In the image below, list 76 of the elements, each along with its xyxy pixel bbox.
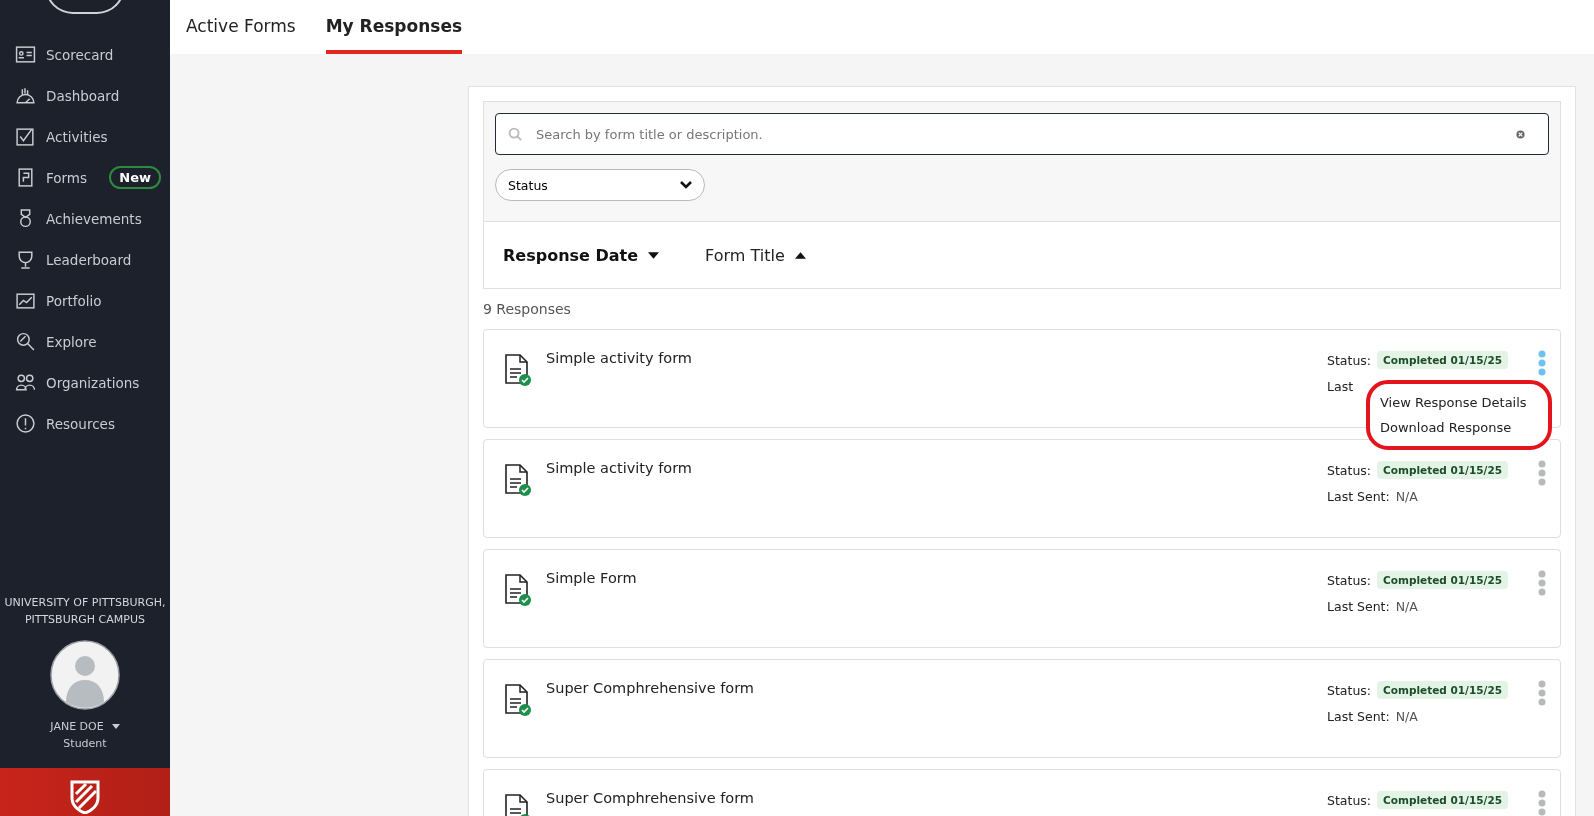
sidebar-item[interactable]: Resources	[0, 403, 170, 444]
people-icon	[15, 372, 36, 393]
institution-name: PITTSBURGH CAMPUS	[24, 612, 146, 628]
status-tag: Completed 01/15/25	[1377, 351, 1508, 369]
status-label: Status:	[1327, 462, 1372, 478]
search-field[interactable]: Search by form title or description.	[495, 113, 1549, 155]
response-card[interactable]: Super Comphrehensive form Status: Completed 01/15/25 Last Sent: N/A	[483, 659, 1561, 758]
more-options-icon[interactable]	[1538, 570, 1546, 596]
caret-icon[interactable]	[111, 724, 120, 729]
sidebar-item[interactable]: Leaderboard	[0, 239, 170, 280]
tab[interactable]: My Responses	[325, 0, 463, 54]
form-title[interactable]: Simple activity form	[546, 350, 1328, 366]
sidebar-item[interactable]: Activities	[0, 116, 170, 157]
sidebar-item[interactable]: Scorecard	[0, 34, 170, 75]
status-label: Status:	[1327, 572, 1372, 588]
response-count: 9 Responses	[483, 301, 572, 317]
last-sent-label: Last Sent:	[1327, 598, 1390, 614]
more-options-icon[interactable]	[1538, 460, 1546, 486]
last-sent-label: Last	[1327, 378, 1354, 394]
search-icon	[508, 127, 523, 142]
status-label: Status:	[1327, 352, 1372, 368]
gauge-icon	[15, 85, 36, 106]
more-options-icon[interactable]	[1538, 680, 1546, 706]
last-sent-label: Last Sent:	[1327, 708, 1390, 724]
sidebar-item[interactable]: Forms New	[0, 157, 170, 198]
form-title[interactable]: Super Comphrehensive form	[546, 790, 1328, 806]
chart-icon	[15, 290, 36, 311]
form-icon	[15, 167, 36, 188]
form-title[interactable]: Super Comphrehensive form	[546, 680, 1328, 696]
status-tag: Completed 01/15/25	[1377, 681, 1508, 699]
last-sent-value: N/A	[1395, 598, 1418, 614]
document-check-icon	[504, 463, 532, 497]
document-check-icon	[504, 353, 532, 387]
search-icon	[15, 331, 36, 352]
sort-icon	[794, 251, 806, 259]
sidebar-item[interactable]: Organizations	[0, 362, 170, 403]
last-sent-label: Last Sent:	[1327, 488, 1390, 504]
status-tag: Completed 01/15/25	[1377, 461, 1508, 479]
clear-icon[interactable]	[1516, 130, 1525, 139]
sidebar-item[interactable]: Portfolio	[0, 280, 170, 321]
status-label: Status:	[1327, 682, 1372, 698]
menu-item[interactable]: View Response Details	[1370, 390, 1548, 415]
last-sent-value: N/A	[1395, 488, 1418, 504]
trophy-icon	[15, 249, 36, 270]
response-card[interactable]: Simple activity form Status: Completed 01/15/25 Last Sent: N/A	[483, 439, 1561, 538]
response-card[interactable]: Super Comphrehensive form Status: Completed 01/15/25	[483, 769, 1561, 816]
last-sent-value: N/A	[1395, 708, 1418, 724]
document-check-icon	[504, 683, 532, 717]
checkbox-icon	[15, 126, 36, 147]
more-options-icon[interactable]	[1538, 350, 1546, 376]
more-options-icon[interactable]	[1538, 790, 1546, 816]
status-label: Status:	[1327, 792, 1372, 808]
chevron-icon	[680, 181, 692, 189]
status-dropdown[interactable]: Status	[495, 169, 705, 201]
document-check-icon	[504, 573, 532, 607]
new-badge: New	[109, 166, 161, 189]
menu-item[interactable]: Download Response	[1370, 415, 1548, 440]
sort-button[interactable]: Form Title	[705, 245, 806, 265]
sort-button[interactable]: Response Date	[503, 245, 660, 265]
status-tag: Completed 01/15/25	[1377, 791, 1508, 809]
sidebar-item[interactable]: Explore	[0, 321, 170, 362]
institution-name: UNIVERSITY OF PITTSBURGH,	[4, 595, 166, 611]
sidebar-item[interactable]: Dashboard	[0, 75, 170, 116]
sort-icon	[648, 251, 660, 259]
response-card[interactable]: Simple Form Status: Completed 01/15/25 Last Sent: N/A	[483, 549, 1561, 648]
shield-icon	[70, 780, 100, 814]
form-title[interactable]: Simple Form	[546, 570, 1328, 586]
user-name[interactable]: JANE DOE	[50, 720, 104, 733]
sidebar-item[interactable]: Achievements	[0, 198, 170, 239]
scorecard-icon	[15, 44, 36, 65]
user-role: Student	[63, 737, 107, 750]
status-tag: Completed 01/15/25	[1377, 571, 1508, 589]
form-title[interactable]: Simple activity form	[546, 460, 1328, 476]
tab[interactable]: Active Forms	[186, 0, 296, 54]
info-icon	[15, 413, 36, 434]
avatar-icon	[50, 640, 120, 710]
